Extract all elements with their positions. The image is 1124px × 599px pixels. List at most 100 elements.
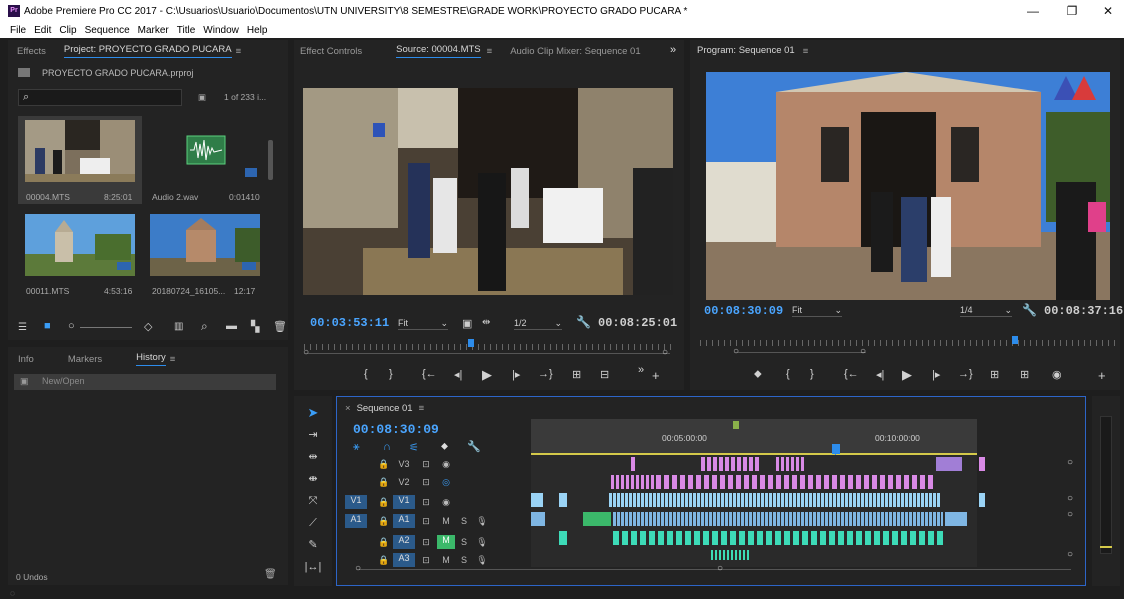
timeline-menu-icon[interactable]: ≡ <box>419 403 425 414</box>
track-select-tool-icon[interactable]: ⇥ <box>304 426 322 444</box>
microphone-icon[interactable]: 🎙 <box>473 555 491 566</box>
add-marker-icon[interactable]: ⬥ <box>754 368 762 381</box>
track-height-knob[interactable]: ○ <box>1067 549 1073 560</box>
step-forward-icon[interactable]: |▸ <box>512 368 520 381</box>
settings-icon[interactable]: ⇹ <box>482 317 490 328</box>
snap-icon[interactable]: ∩ <box>383 441 391 453</box>
timeline-zoom-bar[interactable] <box>359 569 1071 570</box>
tab-effect-controls[interactable]: Effect Controls <box>300 46 362 57</box>
thumbnail-20180724[interactable] <box>150 214 260 276</box>
lock-icon[interactable]: 🔒 <box>375 537 393 548</box>
tab-program[interactable]: Program: Sequence 01 <box>697 45 795 58</box>
lock-icon[interactable]: 🔒 <box>375 497 393 508</box>
thumbnail-00004[interactable] <box>25 120 135 182</box>
tab-effects[interactable]: Effects <box>17 46 46 57</box>
clip[interactable] <box>701 457 761 471</box>
clip[interactable] <box>656 475 936 489</box>
tab-info[interactable]: Info <box>18 354 34 365</box>
source-patch-a1[interactable]: A1 <box>345 514 367 528</box>
program-step-forward-icon[interactable]: |▸ <box>932 368 940 381</box>
source-timecode[interactable]: 00:03:53:11 <box>310 316 389 330</box>
menu-edit[interactable]: Edit <box>34 25 51 36</box>
panel-menu-icon[interactable]: ≡ <box>236 46 242 57</box>
close-window-button[interactable]: ✕ <box>1090 0 1124 22</box>
track-name-a1[interactable]: A1 <box>393 514 415 528</box>
track-name-v3[interactable]: V3 <box>393 459 415 469</box>
timeline-timecode[interactable]: 00:08:30:09 <box>353 422 439 437</box>
menu-clip[interactable]: Clip <box>59 25 76 36</box>
project-scrollbar[interactable] <box>268 140 273 180</box>
clip[interactable] <box>613 531 943 545</box>
clip[interactable] <box>979 493 985 507</box>
lock-icon[interactable]: 🔒 <box>375 516 393 527</box>
microphone-icon[interactable]: 🎙 <box>473 516 491 527</box>
program-resolution-dropdown[interactable]: 1/4 ⌄ <box>960 305 1012 317</box>
overwrite-clip-icon[interactable]: ⊟ <box>600 368 609 381</box>
track-height-knob[interactable]: ○ <box>1067 457 1073 468</box>
clip[interactable] <box>531 512 545 526</box>
zoom-slider[interactable] <box>80 327 132 328</box>
clip[interactable] <box>776 457 806 471</box>
program-zoom-bar[interactable] <box>738 352 866 353</box>
source-zoom-right-handle[interactable]: ○ <box>662 347 668 358</box>
new-item-icon[interactable]: ▚ <box>251 320 259 333</box>
new-search-bin-icon[interactable]: ▣ <box>198 92 206 103</box>
selection-tool-icon[interactable]: ➤ <box>304 404 322 422</box>
mute-button[interactable]: M <box>437 555 455 565</box>
eye-icon[interactable]: ◉ <box>437 459 455 470</box>
history-entry[interactable]: ▣ New/Open <box>14 374 276 390</box>
program-mark-in-icon[interactable]: { <box>786 368 790 380</box>
nest-icon[interactable]: ⚹ <box>353 441 360 454</box>
sync-lock-icon[interactable]: ⊡ <box>415 555 437 566</box>
clip[interactable] <box>613 512 943 526</box>
sync-lock-icon[interactable]: ⊡ <box>415 459 437 470</box>
find-icon[interactable]: ⌕ <box>201 319 208 334</box>
program-wrench-icon[interactable]: 🔧 <box>1022 303 1037 317</box>
menu-window[interactable]: Window <box>203 25 239 36</box>
mark-in-icon[interactable]: { <box>364 368 368 380</box>
program-video-frame[interactable] <box>706 72 1110 300</box>
insert-icon[interactable]: ▣ <box>462 317 472 330</box>
razor-tool-icon[interactable]: ✎ <box>304 536 322 554</box>
automate-icon[interactable]: ▥ <box>174 321 183 332</box>
track-name-v1[interactable]: V1 <box>393 495 415 509</box>
source-menu-icon[interactable]: ≡ <box>487 46 493 57</box>
solo-button[interactable]: S <box>455 537 473 547</box>
menu-help[interactable]: Help <box>247 25 268 36</box>
minimize-button[interactable]: — <box>1015 0 1051 22</box>
source-playhead[interactable] <box>468 339 474 347</box>
timeline-settings-icon[interactable]: 🔧 <box>467 440 481 453</box>
program-playhead[interactable] <box>1012 336 1018 344</box>
tab-markers[interactable]: Markers <box>68 354 102 365</box>
clip[interactable] <box>559 531 567 545</box>
sync-lock-icon[interactable]: ⊡ <box>415 497 437 508</box>
new-bin-icon[interactable]: ▬ <box>226 320 237 332</box>
timeline-add-marker-icon[interactable]: ⬥ <box>441 441 448 452</box>
program-add-button-icon[interactable]: + <box>1098 368 1106 383</box>
source-patch-v1[interactable]: V1 <box>345 495 367 509</box>
extract-icon[interactable]: ⊞ <box>1020 368 1029 381</box>
track-height-knob[interactable]: ○ <box>1067 493 1073 504</box>
track-height-knob[interactable]: ○ <box>1067 509 1073 520</box>
menu-title[interactable]: Title <box>177 25 196 36</box>
zoom-slider-knob[interactable]: ○ <box>68 320 75 332</box>
panel-overflow-icon[interactable]: » <box>670 44 676 56</box>
program-go-to-out-icon[interactable]: →} <box>958 368 973 380</box>
source-resolution-dropdown[interactable]: 1/2 ⌄ <box>514 318 562 330</box>
sync-lock-icon[interactable]: ⊡ <box>415 537 437 548</box>
program-time-ruler[interactable] <box>700 340 1118 346</box>
insert-clip-icon[interactable]: ⊞ <box>572 368 581 381</box>
clip[interactable] <box>531 493 543 507</box>
add-button-icon[interactable]: + <box>652 368 660 383</box>
export-frame-icon[interactable]: ◉ <box>1052 368 1062 381</box>
track-name-a3[interactable]: A3 <box>393 553 415 567</box>
tab-sequence-01[interactable]: Sequence 01 <box>357 403 413 414</box>
track-name-a2[interactable]: A2 <box>393 535 415 549</box>
solo-button[interactable]: S <box>455 555 473 565</box>
source-video-frame[interactable] <box>303 88 673 295</box>
linked-selection-icon[interactable]: ⚟ <box>409 441 419 454</box>
lock-icon[interactable]: 🔒 <box>375 459 393 470</box>
clip[interactable] <box>979 457 985 471</box>
timeline-marker[interactable] <box>733 421 739 429</box>
list-view-icon[interactable]: ☰ <box>18 322 27 333</box>
